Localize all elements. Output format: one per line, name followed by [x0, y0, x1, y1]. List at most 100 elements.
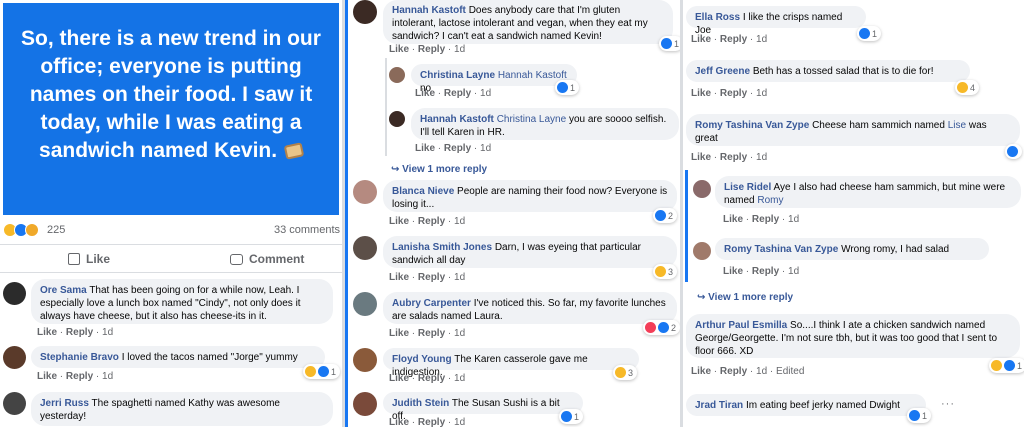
- comment-like-link[interactable]: Like: [691, 88, 711, 99]
- comment-time[interactable]: 1d: [480, 143, 491, 154]
- comment-author[interactable]: Ella Ross: [695, 12, 740, 23]
- comment-reactions[interactable]: 1: [303, 364, 341, 379]
- comment-like-link[interactable]: Like: [723, 266, 743, 277]
- comment-like-link[interactable]: Like: [723, 214, 743, 225]
- comment-author[interactable]: Arthur Paul Esmilla: [695, 320, 787, 331]
- comment-reply-link[interactable]: Reply: [418, 328, 445, 339]
- comment-reply-link[interactable]: Reply: [720, 34, 747, 45]
- comment-author[interactable]: Floyd Young: [392, 354, 452, 365]
- comment-reply-link[interactable]: Reply: [66, 327, 93, 338]
- comment-author[interactable]: Jeff Greene: [695, 66, 750, 77]
- avatar[interactable]: [353, 348, 377, 372]
- comment-author[interactable]: Stephanie Bravo: [40, 352, 119, 363]
- comment-reply-link[interactable]: Reply: [720, 152, 747, 163]
- comment-like-link[interactable]: Like: [691, 366, 711, 377]
- comment-like-link[interactable]: Like: [389, 44, 409, 55]
- comment-reply-link[interactable]: Reply: [444, 88, 471, 99]
- comment-time[interactable]: 1d: [454, 328, 465, 339]
- mention-link[interactable]: Christina Layne: [497, 114, 566, 125]
- comment-time[interactable]: 1d: [454, 373, 465, 384]
- comment-time[interactable]: 1d: [102, 327, 113, 338]
- comment-reply-link[interactable]: Reply: [418, 272, 445, 283]
- comment-like-link[interactable]: Like: [389, 328, 409, 339]
- comment-reply-link[interactable]: Reply: [418, 417, 445, 427]
- comment-reply-link[interactable]: Reply: [66, 371, 93, 382]
- comment-reactions[interactable]: 1: [857, 26, 882, 41]
- mention-link[interactable]: Lise: [948, 120, 966, 131]
- comment-author[interactable]: Hannah Kastoft: [392, 5, 466, 16]
- comment-like-link[interactable]: Like: [389, 272, 409, 283]
- comment-like-link[interactable]: Like: [691, 152, 711, 163]
- avatar[interactable]: [353, 0, 377, 24]
- comment-author[interactable]: Judith Stein: [392, 398, 449, 409]
- comment-reactions[interactable]: 1: [659, 36, 680, 51]
- comment-time[interactable]: 1d: [788, 266, 799, 277]
- comment-like-link[interactable]: Like: [37, 327, 57, 338]
- comment-reactions[interactable]: 3: [613, 365, 638, 380]
- comment-reply-link[interactable]: Reply: [752, 214, 779, 225]
- reaction-icons[interactable]: [3, 223, 39, 237]
- comment-time[interactable]: 1d: [454, 44, 465, 55]
- comment-author[interactable]: Jrad Tiran: [695, 400, 743, 411]
- avatar[interactable]: [3, 392, 26, 415]
- comment-reactions[interactable]: 3: [653, 264, 678, 279]
- comment-time[interactable]: 1d: [102, 371, 113, 382]
- comment-author[interactable]: Christina Layne: [420, 70, 495, 81]
- comment-like-link[interactable]: Like: [389, 417, 409, 427]
- comment-button[interactable]: Comment: [230, 252, 304, 266]
- comment-author[interactable]: Ore Sama: [40, 285, 87, 296]
- avatar[interactable]: [353, 236, 377, 260]
- comment-reply-link[interactable]: Reply: [444, 143, 471, 154]
- avatar[interactable]: [693, 242, 711, 260]
- comment-reactions[interactable]: 1: [907, 408, 932, 423]
- avatar[interactable]: [353, 392, 377, 416]
- avatar[interactable]: [3, 346, 26, 369]
- comment-author[interactable]: Hannah Kastoft: [420, 114, 494, 125]
- avatar[interactable]: [389, 111, 405, 127]
- comment-reactions[interactable]: 2: [653, 208, 678, 223]
- avatar[interactable]: [389, 67, 405, 83]
- comment-time[interactable]: 1d: [788, 214, 799, 225]
- comment-count[interactable]: 33 comments: [274, 224, 340, 236]
- mention-link[interactable]: Romy: [757, 195, 783, 206]
- comment-time[interactable]: 1d: [756, 152, 767, 163]
- comment-author[interactable]: Jerri Russ: [40, 398, 89, 409]
- comment-like-link[interactable]: Like: [415, 143, 435, 154]
- avatar[interactable]: [693, 180, 711, 198]
- comment-author[interactable]: Blanca Nieve: [392, 186, 454, 197]
- comment-time[interactable]: 1d: [756, 366, 767, 377]
- view-more-replies-link[interactable]: ↪ View 1 more reply: [391, 164, 487, 175]
- comment-reactions[interactable]: 1: [989, 358, 1024, 373]
- comment-author[interactable]: Romy Tashina Van Zype: [695, 120, 809, 131]
- comment-time[interactable]: 1d: [454, 216, 465, 227]
- comment-reply-link[interactable]: Reply: [720, 366, 747, 377]
- avatar[interactable]: [353, 180, 377, 204]
- avatar[interactable]: [353, 292, 377, 316]
- comment-time[interactable]: 1d: [756, 34, 767, 45]
- comment-reactions[interactable]: 1: [555, 80, 580, 95]
- comment-reply-link[interactable]: Reply: [720, 88, 747, 99]
- comment-reactions[interactable]: 2: [643, 320, 680, 335]
- comment-reply-link[interactable]: Reply: [418, 373, 445, 384]
- comment-reply-link[interactable]: Reply: [752, 266, 779, 277]
- comment-author[interactable]: Romy Tashina Van Zype: [724, 244, 838, 255]
- comment-author[interactable]: Lise Ridel: [724, 182, 771, 193]
- comment-like-link[interactable]: Like: [37, 371, 57, 382]
- mention-link[interactable]: Hannah Kastoft: [498, 70, 567, 81]
- comment-reactions[interactable]: [1005, 144, 1022, 159]
- more-options-icon[interactable]: ···: [941, 398, 955, 410]
- comment-author[interactable]: Aubry Carpenter: [392, 298, 471, 309]
- comment-reply-link[interactable]: Reply: [418, 44, 445, 55]
- comment-author[interactable]: Lanisha Smith Jones: [392, 242, 492, 253]
- comment-reactions[interactable]: 1: [559, 409, 584, 424]
- comment-time[interactable]: 1d: [454, 272, 465, 283]
- comment-like-link[interactable]: Like: [691, 34, 711, 45]
- reaction-count[interactable]: 225: [47, 224, 65, 236]
- comment-like-link[interactable]: Like: [415, 88, 435, 99]
- comment-like-link[interactable]: Like: [389, 216, 409, 227]
- comment-like-link[interactable]: Like: [389, 373, 409, 384]
- comment-reactions[interactable]: 4: [955, 80, 980, 95]
- comment-time[interactable]: 1d: [480, 88, 491, 99]
- view-more-replies-link[interactable]: ↪ View 1 more reply: [697, 292, 793, 303]
- avatar[interactable]: [3, 282, 26, 305]
